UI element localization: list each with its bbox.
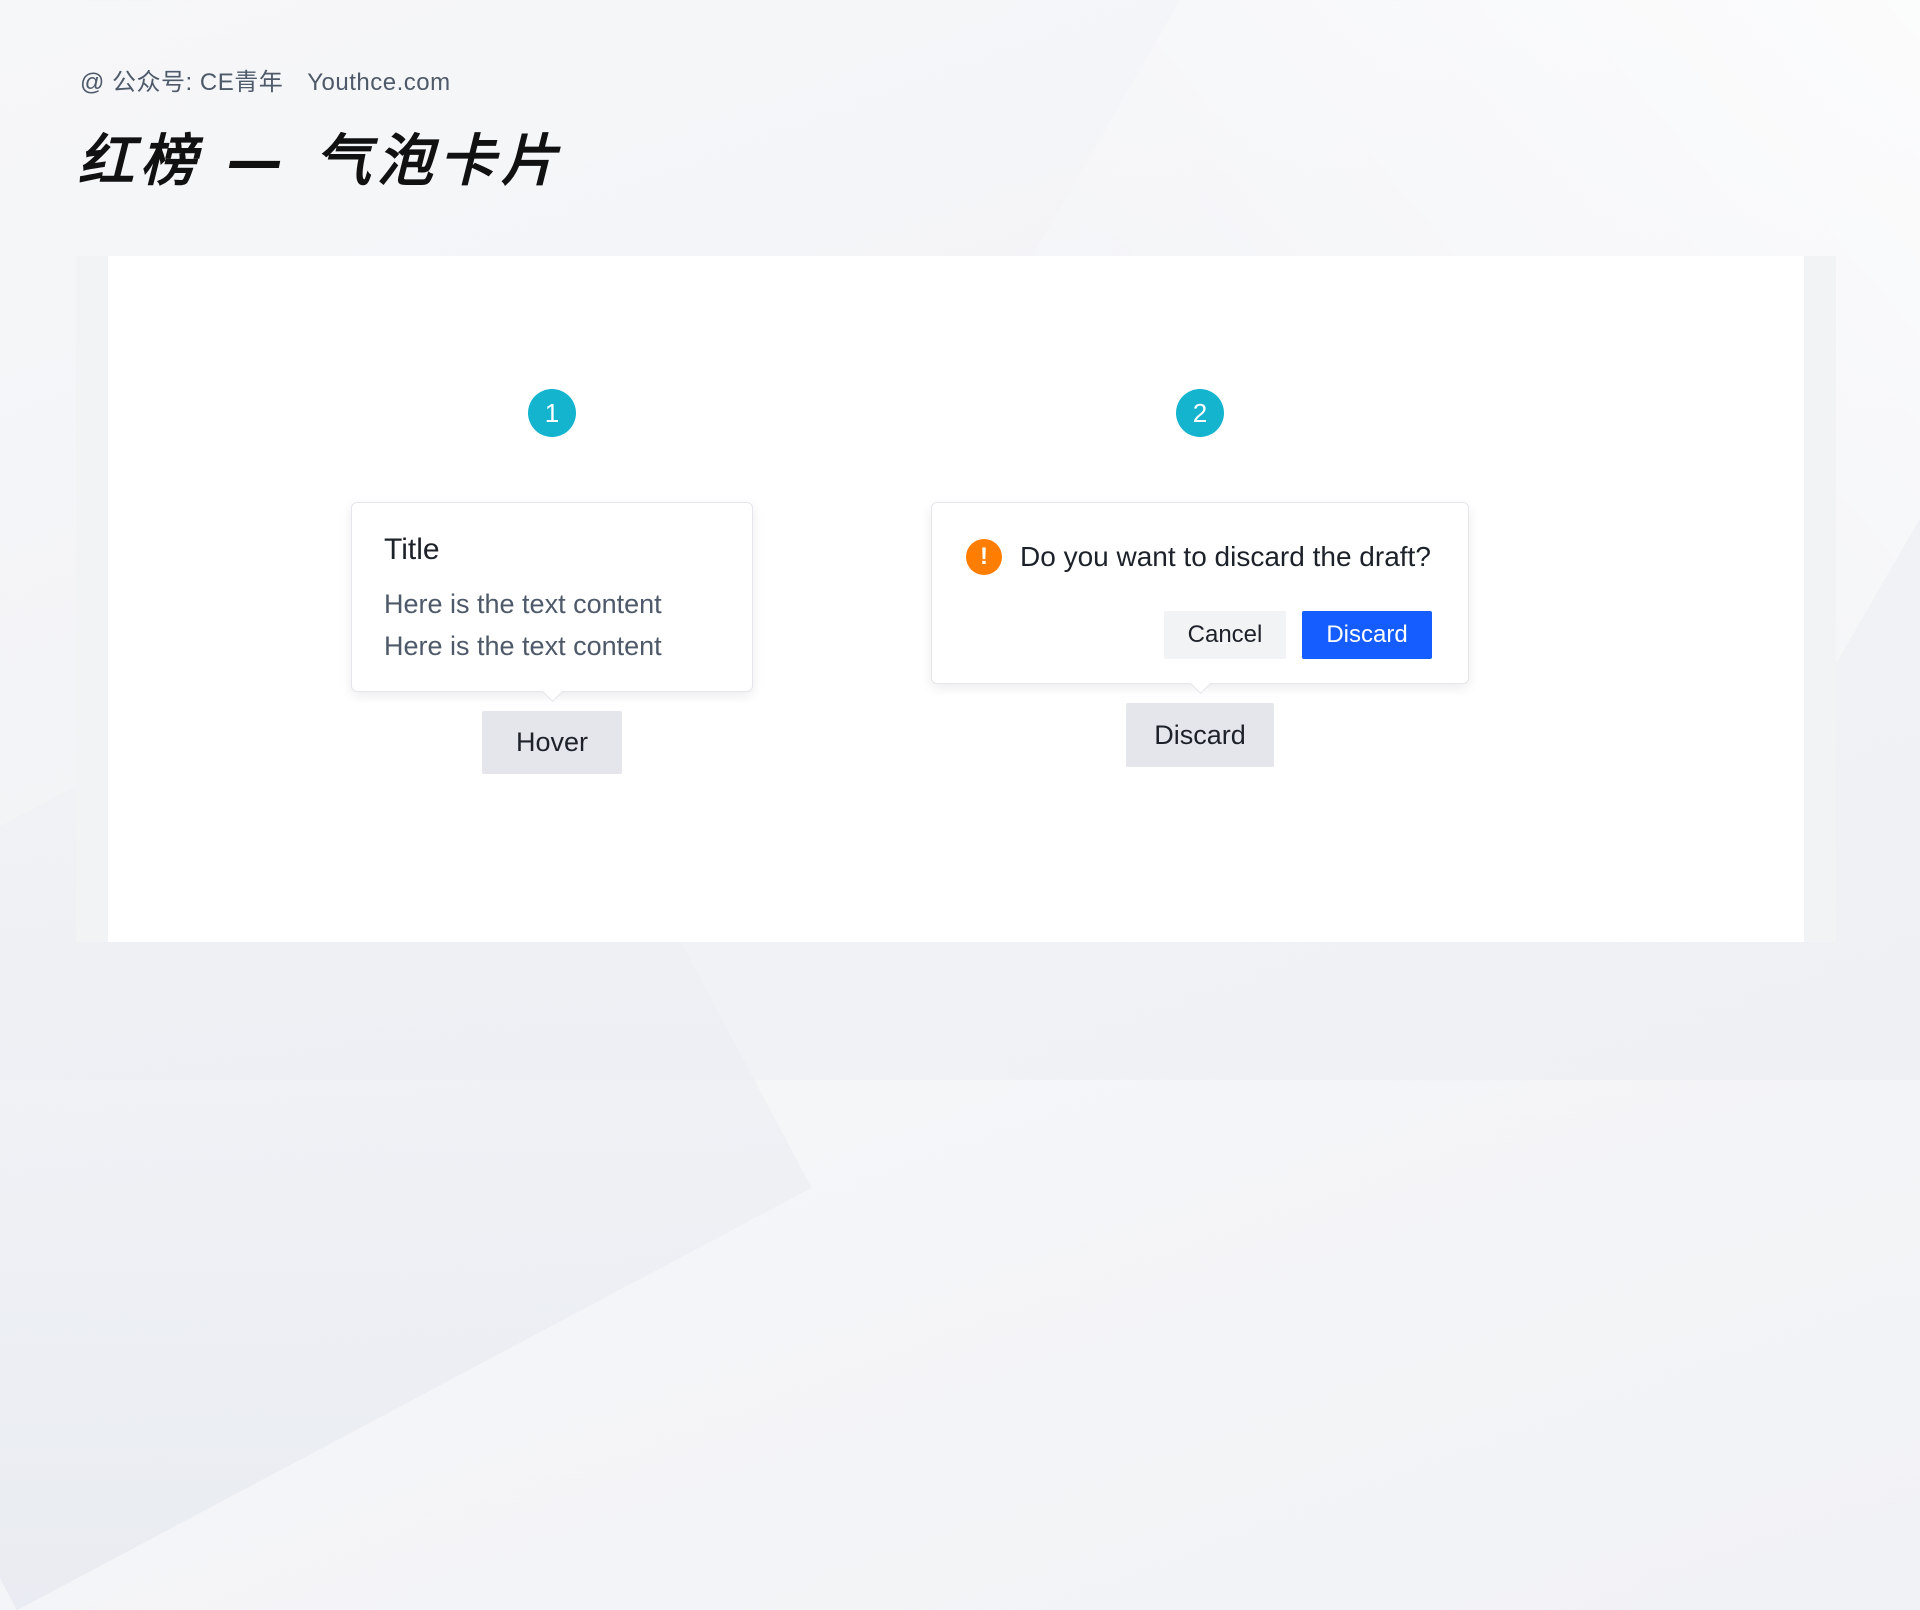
popover-title: Title: [384, 533, 440, 566]
cancel-button[interactable]: Cancel: [1164, 611, 1286, 659]
header-site: Youthce.com: [307, 69, 451, 96]
confirm-discard-button[interactable]: Discard: [1302, 611, 1432, 659]
step-badge-1: 1: [528, 389, 576, 437]
warning-circle-icon: !: [966, 539, 1002, 575]
discard-trigger-button[interactable]: Discard: [1126, 703, 1274, 767]
hover-trigger-button[interactable]: Hover: [482, 711, 622, 774]
header-account: @ 公众号: CE青年: [80, 69, 284, 96]
confirm-popover: ! Do you want to discard the draft? Canc…: [931, 502, 1469, 695]
header-credit: @ 公众号: CE青年 Youthce.com: [80, 62, 451, 97]
confirm-message: Do you want to discard the draft?: [1020, 541, 1431, 572]
popover-text-line: Here is the text content: [384, 631, 662, 661]
step-badge-2: 2: [1176, 389, 1224, 437]
popover-text-line: Here is the text content: [384, 589, 662, 619]
hover-popover: Title Here is the text content Here is t…: [351, 502, 753, 703]
page-title: 红榜 — 气泡卡片: [78, 129, 563, 194]
